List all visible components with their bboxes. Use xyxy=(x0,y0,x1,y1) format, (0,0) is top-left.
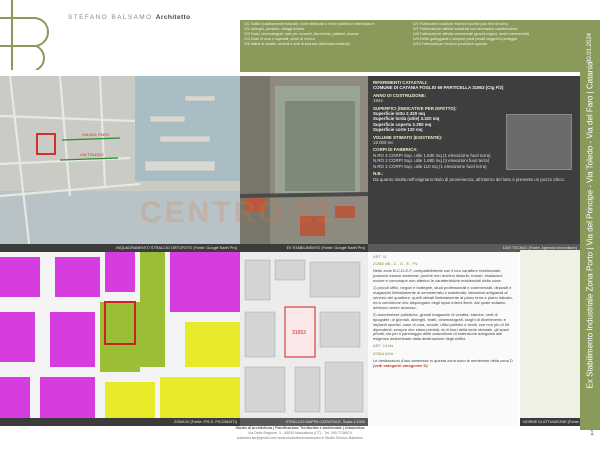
architect-logo xyxy=(0,0,49,70)
project-title: Ex Stabilimento Industriale Zona Porto |… xyxy=(585,61,595,389)
zoning-map-panel: ZONA D/ (Fonte: P.R.G. PICCINATO) xyxy=(0,252,240,426)
footer: Studio di Architettura | Pianificazione … xyxy=(235,426,365,440)
street-label-faro: VIA DEL FARO xyxy=(82,132,109,137)
cadastral-map: 31953 xyxy=(240,252,368,426)
building-3d-view xyxy=(506,114,572,170)
norms-panel-bg: NORME DI ATTUAZIONE (Fonte: P.R.G. PICCI… xyxy=(520,250,580,426)
caption-zone: ZONA D/ (Fonte: P.R.G. PICCINATO) xyxy=(0,418,240,426)
watermark: CENTRO 21 xyxy=(140,196,336,229)
architect-name: STEFANO BALSAMO Architetto xyxy=(68,14,191,21)
caption-photo: EX STABILIMENTO (Fonte: Google Earth Pro… xyxy=(240,244,368,252)
technical-data-panel: RIFERIMENTI CATASTALI: COMUNE DI CATANIA… xyxy=(368,76,580,252)
category-legend: G/1 Gallici (capillarmente boscati) / zo… xyxy=(240,20,580,72)
caption-aerial: INQUADRAMENTO STRALCIO ORTOFOTO (Fonte: … xyxy=(0,244,240,252)
cadastral-map-panel: 31953 STRALCIO MAPPA CATASTALE, Scala 1:… xyxy=(240,252,368,426)
page-number: 1 xyxy=(590,430,594,437)
side-title-band: 30.01.2024 Ex Stabilimento Industriale Z… xyxy=(580,20,600,430)
zoning-map xyxy=(0,252,240,426)
parcel-number: 31953 xyxy=(292,330,306,336)
caption-cadastral: STRALCIO MAPPA CATASTALE, Scala 1:1000 xyxy=(240,418,368,426)
legend-col-g: G/1 Gallici (capillarmente boscati) / zo… xyxy=(244,22,375,46)
legend-col-d: D/1 Fabbricati e locali per esercizi spo… xyxy=(413,22,530,46)
document-date: 30.01.2024 xyxy=(587,32,593,64)
zoning-norms-text: ART. 11 ZONE dB - C - D - E - Fs Nelle z… xyxy=(368,252,518,426)
caption-norm: NORME DI ATTUAZIONE (Fonte: P.R.G. PICCI… xyxy=(520,418,580,426)
street-label-toledo: VIA TOLEDO xyxy=(80,152,104,157)
